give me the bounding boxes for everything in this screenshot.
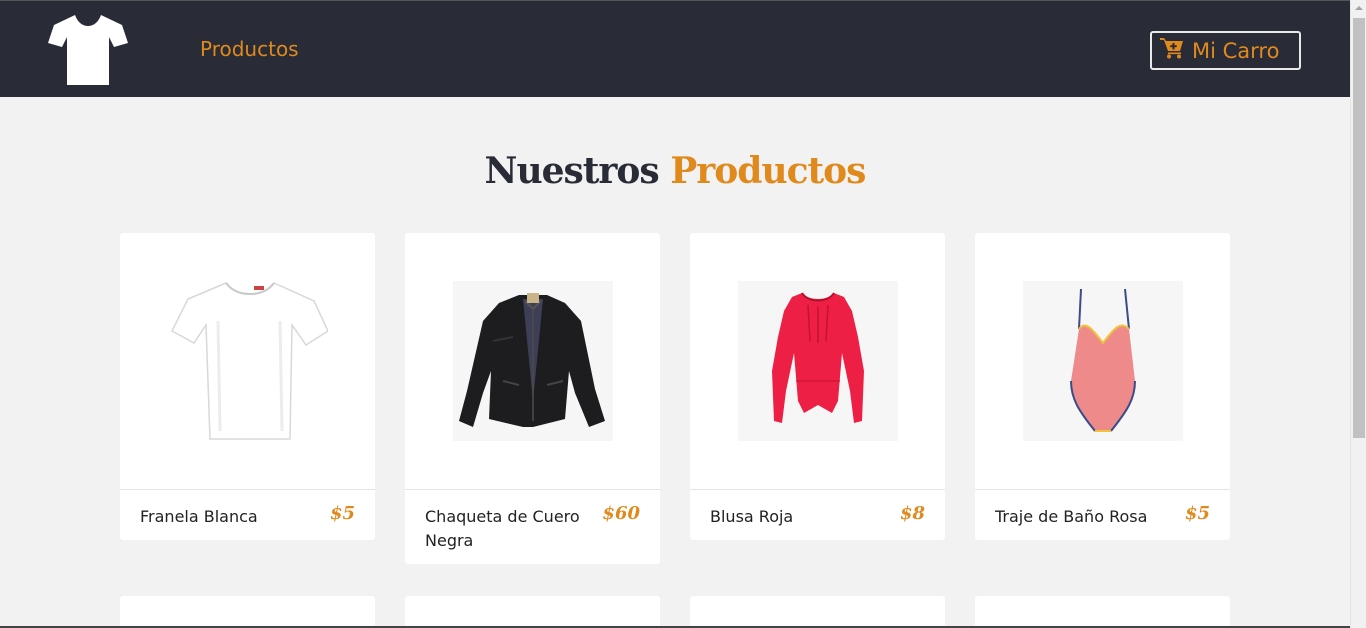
navbar: Productos Mi Carro xyxy=(0,0,1350,97)
white-tshirt-image[interactable] xyxy=(168,281,328,441)
product-card[interactable]: Chaqueta de Cuero Negra $60 xyxy=(405,233,660,564)
nav-link-productos[interactable]: Productos xyxy=(200,37,299,61)
product-card[interactable] xyxy=(405,596,660,628)
product-price: $60 xyxy=(602,503,640,524)
product-card[interactable] xyxy=(975,596,1230,628)
product-card[interactable]: Franela Blanca $5 xyxy=(120,233,375,540)
cart-plus-icon xyxy=(1160,37,1184,64)
page-scrollbar[interactable] xyxy=(1350,0,1366,628)
card-divider xyxy=(120,489,375,490)
product-price: $5 xyxy=(1184,503,1210,524)
cart-button[interactable]: Mi Carro xyxy=(1150,31,1301,70)
cart-label: Mi Carro xyxy=(1192,38,1280,63)
product-card[interactable] xyxy=(120,596,375,628)
product-card[interactable] xyxy=(690,596,945,628)
black-leather-jacket-image[interactable] xyxy=(453,281,613,441)
product-price: $5 xyxy=(329,503,355,524)
product-name[interactable]: Traje de Baño Rosa xyxy=(995,505,1167,529)
product-price: $8 xyxy=(899,503,925,524)
red-blouse-image[interactable] xyxy=(738,281,898,441)
pink-swimsuit-image[interactable] xyxy=(1023,281,1183,441)
tshirt-icon[interactable] xyxy=(48,13,128,85)
scroll-up-arrow-icon[interactable] xyxy=(1351,0,1366,16)
product-name[interactable]: Chaqueta de Cuero Negra xyxy=(425,505,597,553)
section-title: Nuestros Productos xyxy=(0,150,1350,192)
product-card[interactable]: Traje de Baño Rosa $5 xyxy=(975,233,1230,540)
section-title-part1: Nuestros xyxy=(484,150,660,192)
product-name[interactable]: Franela Blanca xyxy=(140,505,312,529)
product-card[interactable]: Blusa Roja $8 xyxy=(690,233,945,540)
section-title-part2: Productos xyxy=(670,150,866,192)
product-name[interactable]: Blusa Roja xyxy=(710,505,882,529)
card-divider xyxy=(690,489,945,490)
card-divider xyxy=(975,489,1230,490)
card-divider xyxy=(405,489,660,490)
scroll-thumb[interactable] xyxy=(1353,18,1365,438)
